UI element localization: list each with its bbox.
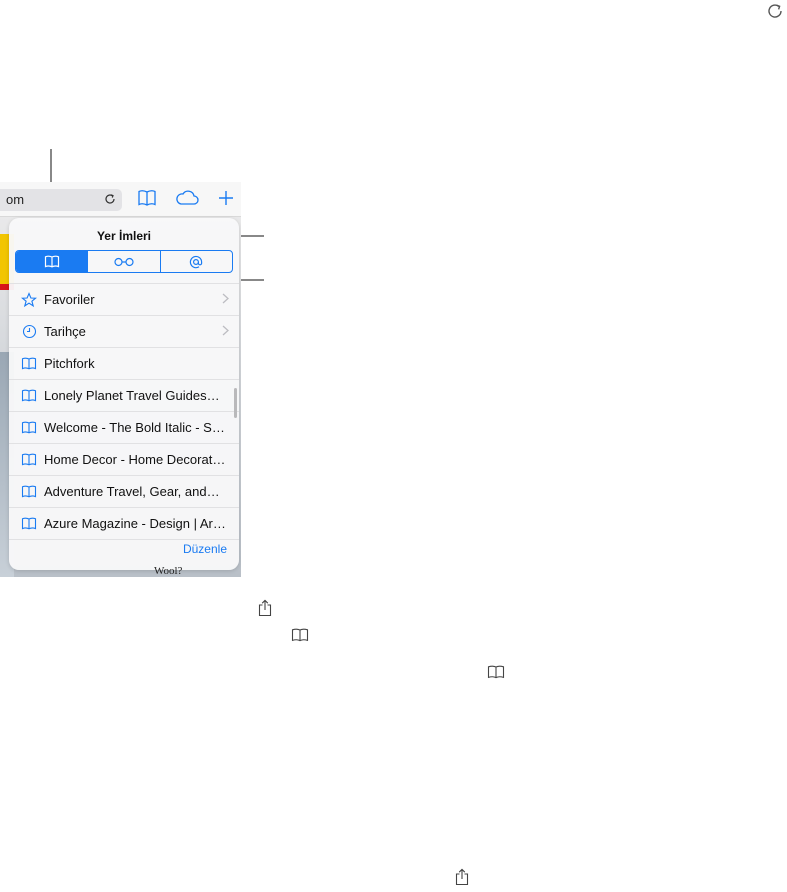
list-item-label: Welcome - The Bold Italic - S… bbox=[44, 420, 225, 435]
list-item[interactable]: Pitchfork bbox=[9, 347, 239, 379]
bookmark-segmented-control bbox=[15, 250, 233, 273]
popover-title: Yer İmleri bbox=[96, 229, 152, 243]
list-item-label: Lonely Planet Travel Guides… bbox=[44, 388, 220, 403]
book-icon bbox=[19, 485, 39, 498]
list-item-label: Home Decor - Home Decorat… bbox=[44, 452, 226, 467]
list-item-favorites[interactable]: Favoriler bbox=[9, 283, 239, 315]
share-icon bbox=[455, 868, 469, 886]
share-icon bbox=[258, 599, 272, 617]
address-text: om bbox=[6, 192, 25, 207]
address-bar[interactable]: om bbox=[0, 189, 122, 211]
reload-icon[interactable] bbox=[104, 193, 116, 205]
glasses-icon bbox=[113, 257, 135, 267]
chevron-right-icon bbox=[222, 293, 229, 304]
browser-toolbar: om bbox=[0, 182, 241, 217]
book-icon bbox=[19, 453, 39, 466]
new-tab-plus-icon[interactable] bbox=[217, 189, 235, 207]
at-icon bbox=[189, 255, 203, 269]
star-icon bbox=[19, 291, 39, 308]
book-icon bbox=[19, 357, 39, 370]
book-icon bbox=[19, 389, 39, 402]
list-item-label: Azure Magazine - Design | Ar… bbox=[44, 516, 226, 531]
list-item-label: Tarihçe bbox=[44, 324, 86, 339]
tab-reading-list[interactable] bbox=[87, 251, 159, 272]
list-item-history[interactable]: Tarihçe bbox=[9, 315, 239, 347]
chevron-right-icon bbox=[222, 325, 229, 336]
list-item-label: Favoriler bbox=[44, 292, 95, 307]
list-item[interactable]: Azure Magazine - Design | Ar… bbox=[9, 507, 239, 540]
bookmarks-popover: Yer İmleri Favoriler Tarihçe Pitchfork L… bbox=[9, 218, 239, 570]
cloud-icon[interactable] bbox=[174, 189, 200, 207]
scrollbar-thumb[interactable] bbox=[234, 388, 237, 418]
tab-shared-links[interactable] bbox=[159, 251, 232, 272]
edit-button[interactable]: Düzenle bbox=[183, 542, 227, 556]
list-item[interactable]: Welcome - The Bold Italic - S… bbox=[9, 411, 239, 443]
clock-icon bbox=[19, 324, 39, 339]
bookmarks-icon[interactable] bbox=[137, 189, 157, 207]
book-icon bbox=[291, 628, 309, 642]
book-icon bbox=[19, 421, 39, 434]
book-icon bbox=[487, 665, 505, 679]
list-item[interactable]: Lonely Planet Travel Guides… bbox=[9, 379, 239, 411]
background-caption: Wool? bbox=[154, 565, 183, 577]
book-icon bbox=[19, 517, 39, 530]
list-item-label: Adventure Travel, Gear, and… bbox=[44, 484, 220, 499]
book-icon bbox=[44, 255, 60, 268]
bookmark-list: Favoriler Tarihçe Pitchfork Lonely Plane… bbox=[9, 283, 239, 540]
list-item[interactable]: Adventure Travel, Gear, and… bbox=[9, 475, 239, 507]
list-item[interactable]: Home Decor - Home Decorat… bbox=[9, 443, 239, 475]
list-item-label: Pitchfork bbox=[44, 356, 95, 371]
safari-screenshot: om Yer İmleri Favoriler Tarihçe Pitchfor… bbox=[0, 182, 241, 577]
tab-bookmarks[interactable] bbox=[16, 251, 88, 272]
